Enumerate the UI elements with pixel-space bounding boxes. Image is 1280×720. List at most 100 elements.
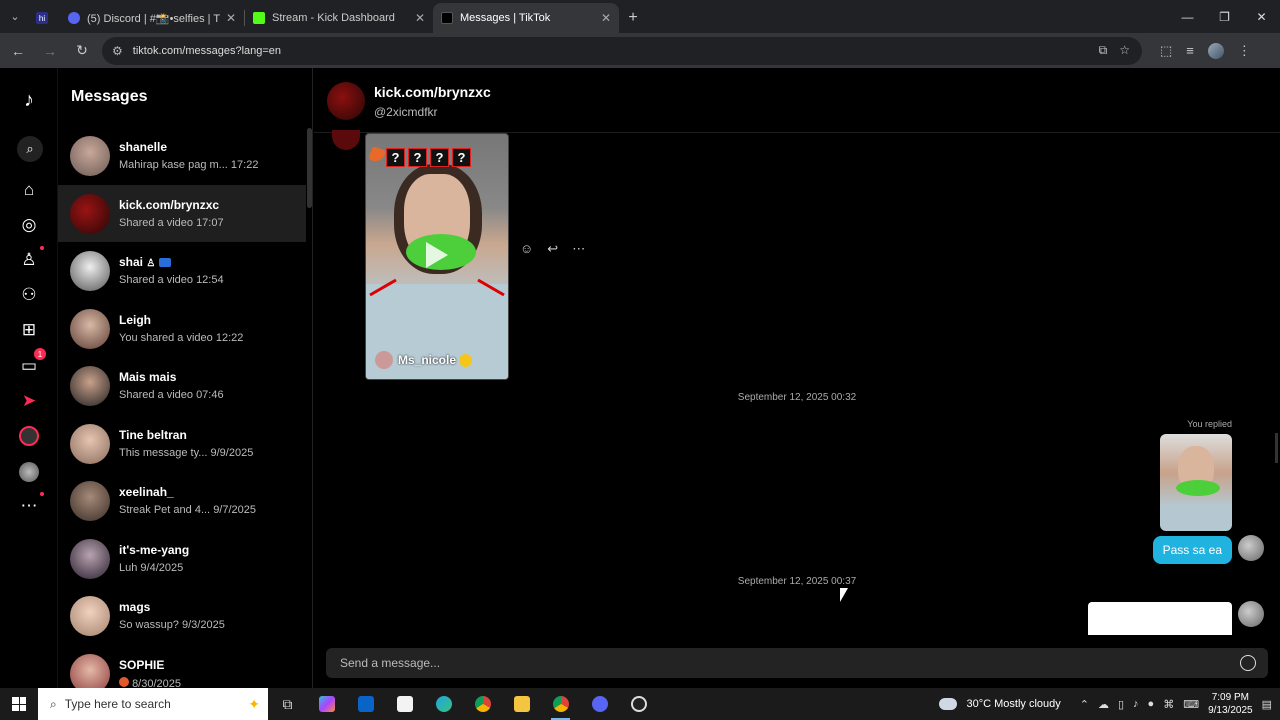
message-input[interactable]: Send a message... [326, 648, 1268, 678]
taskbar-search[interactable]: ⌕ Type here to search ✦ [38, 688, 268, 720]
close-icon[interactable]: ✕ [601, 11, 611, 25]
conversation-item[interactable]: SOPHIE 8/30/2025 [58, 645, 306, 688]
close-icon[interactable]: ✕ [415, 11, 425, 25]
omnibox-actions: ⧉ ☆ [1099, 43, 1142, 58]
following-icon[interactable]: ♙ [17, 246, 44, 272]
install-app-icon[interactable]: ⧉ [1099, 43, 1108, 58]
conversation-time: 12:22 [215, 332, 244, 344]
friends-icon[interactable]: ⚇ [17, 283, 41, 307]
scrollbar[interactable] [1275, 433, 1278, 463]
forward-icon[interactable]: → [36, 37, 64, 65]
explore-icon[interactable]: ◎ [17, 213, 41, 237]
tab-hi[interactable]: hi [30, 3, 60, 33]
react-emoji-icon[interactable]: ☺ [520, 241, 533, 257]
upload-icon[interactable]: ⊞ [17, 318, 41, 342]
microphone-icon[interactable]: ● [1148, 698, 1155, 710]
tab-discord[interactable]: (5) Discord | #📸•selfies | The C ✕ [60, 3, 244, 33]
conversation-item-active[interactable]: kick.com/brynzxc Shared a video 17:07 [58, 185, 306, 242]
self-avatar [1238, 535, 1264, 561]
task-view-icon[interactable]: ⧉ [268, 688, 307, 720]
conversation-item[interactable]: Mais mais Shared a video 07:46 [58, 357, 306, 414]
search-icon[interactable]: ⌕ [17, 136, 43, 162]
restore-icon[interactable]: ❐ [1206, 0, 1243, 33]
minimize-icon[interactable]: — [1169, 0, 1206, 33]
more-icon[interactable]: ⋯ [17, 492, 44, 518]
more-options-icon[interactable]: ⋯ [572, 241, 585, 257]
volume-icon[interactable]: ♪ [1133, 698, 1139, 710]
conversation-item[interactable]: shanelle Mahirap kase pag m... 17:22 [58, 127, 306, 184]
live-icon[interactable] [17, 424, 41, 448]
menu-kebab-icon[interactable]: ⋮ [1238, 43, 1251, 59]
emoji-picker-icon[interactable] [1240, 655, 1256, 671]
conversation-name: shai [119, 255, 144, 269]
avatar [70, 135, 110, 176]
close-icon[interactable]: ✕ [226, 11, 236, 25]
conversation-item[interactable]: Leigh You shared a video 12:22 [58, 300, 306, 357]
reply-icon[interactable]: ↩ [547, 241, 558, 257]
avatar [70, 308, 110, 349]
profile-icon[interactable] [17, 460, 41, 484]
discord-icon[interactable] [580, 688, 619, 720]
conversation-item[interactable]: Tine beltran This message ty... 9/9/2025 [58, 415, 306, 472]
tab-tiktok[interactable]: Messages | TikTok ✕ [433, 3, 619, 33]
conversation-name: it's-me-yang [119, 543, 190, 557]
network-icon[interactable]: ⌘ [1163, 698, 1174, 711]
back-icon[interactable]: ← [4, 37, 32, 65]
chrome-active-icon[interactable] [541, 688, 580, 720]
conversation-preview: Shared a video [119, 274, 193, 286]
outlook-icon[interactable] [346, 688, 385, 720]
clock[interactable]: 7:09 PM 9/13/2025 [1208, 691, 1253, 717]
cloud-icon[interactable]: ☁ [1098, 698, 1109, 711]
tiktok-logo-icon[interactable]: ♪ [17, 88, 41, 112]
self-avatar [1238, 601, 1264, 627]
scrollbar[interactable] [307, 128, 312, 208]
copilot-icon[interactable] [307, 688, 346, 720]
message-actions: ☺ ↩ ⋯ [520, 241, 585, 257]
inbox-icon[interactable]: ▭ 1 [17, 348, 46, 378]
media-icon[interactable]: ≡ [1186, 43, 1194, 58]
conversation-preview: Luh [119, 562, 138, 574]
sender-avatar[interactable] [332, 130, 360, 150]
weather-text[interactable]: 30°C Mostly cloudy [966, 698, 1060, 710]
conversation-item[interactable]: mags So wassup? 9/3/2025 [58, 587, 306, 644]
conversation-item[interactable]: shai ♙ Shared a video 12:54 [58, 242, 306, 299]
store-icon[interactable] [385, 688, 424, 720]
avatar [70, 538, 110, 579]
tab-kick[interactable]: Stream - Kick Dashboard ✕ [245, 3, 433, 33]
language-icon[interactable]: ⌨ [1183, 698, 1199, 711]
close-window-icon[interactable]: ✕ [1243, 0, 1280, 33]
profile-avatar[interactable] [1207, 42, 1224, 59]
address-bar[interactable]: ⚙ tiktok.com/messages?lang=en ⧉ ☆ [102, 36, 1142, 65]
conversation-preview: You shared a video [119, 332, 213, 344]
start-button[interactable] [0, 688, 38, 720]
messages-icon[interactable]: ➤ [17, 389, 41, 413]
chevron-up-icon[interactable]: ⌃ [1080, 698, 1089, 711]
sent-media-card[interactable] [1088, 602, 1232, 635]
new-tab-button[interactable]: + [619, 3, 647, 33]
reload-icon[interactable]: ↻ [68, 37, 96, 65]
sent-message-bubble[interactable]: Pass sa ea [1152, 536, 1232, 564]
play-icon[interactable] [426, 242, 448, 268]
mouse-cursor-icon [840, 588, 848, 602]
chat-name[interactable]: kick.com/brynzxc [374, 84, 491, 100]
chrome-icon[interactable] [463, 688, 502, 720]
file-explorer-icon[interactable] [502, 688, 541, 720]
battery-icon[interactable]: ▯ [1118, 698, 1124, 711]
left-rail: ♪ ⌕ ⌂ ◎ ♙ ⚇ ⊞ ▭ 1 ➤ ⋯ [0, 68, 58, 688]
bookmark-star-icon[interactable]: ☆ [1119, 43, 1130, 58]
home-icon[interactable]: ⌂ [17, 178, 41, 202]
notifications-icon[interactable]: ▤ [1262, 698, 1272, 711]
shared-video-card[interactable]: ? ? ? ? Ms_nicole [365, 133, 509, 380]
conversation-time: 17:07 [196, 217, 224, 229]
tab-search-icon[interactable]: ⌄ [0, 0, 30, 33]
verified-icon [159, 258, 172, 268]
edge-icon[interactable] [424, 688, 463, 720]
conversation-item[interactable]: xeelinah_ Streak Pet and 4... 9/7/2025 [58, 472, 306, 529]
conversation-time: 12:54 [196, 274, 224, 286]
replied-video-thumbnail[interactable] [1160, 434, 1232, 531]
extensions-icon[interactable]: ⬚ [1160, 43, 1172, 59]
obs-icon[interactable] [619, 688, 658, 720]
avatar[interactable] [327, 82, 365, 120]
site-info-icon[interactable]: ⚙ [112, 44, 123, 58]
conversation-item[interactable]: it's-me-yang Luh 9/4/2025 [58, 530, 306, 587]
